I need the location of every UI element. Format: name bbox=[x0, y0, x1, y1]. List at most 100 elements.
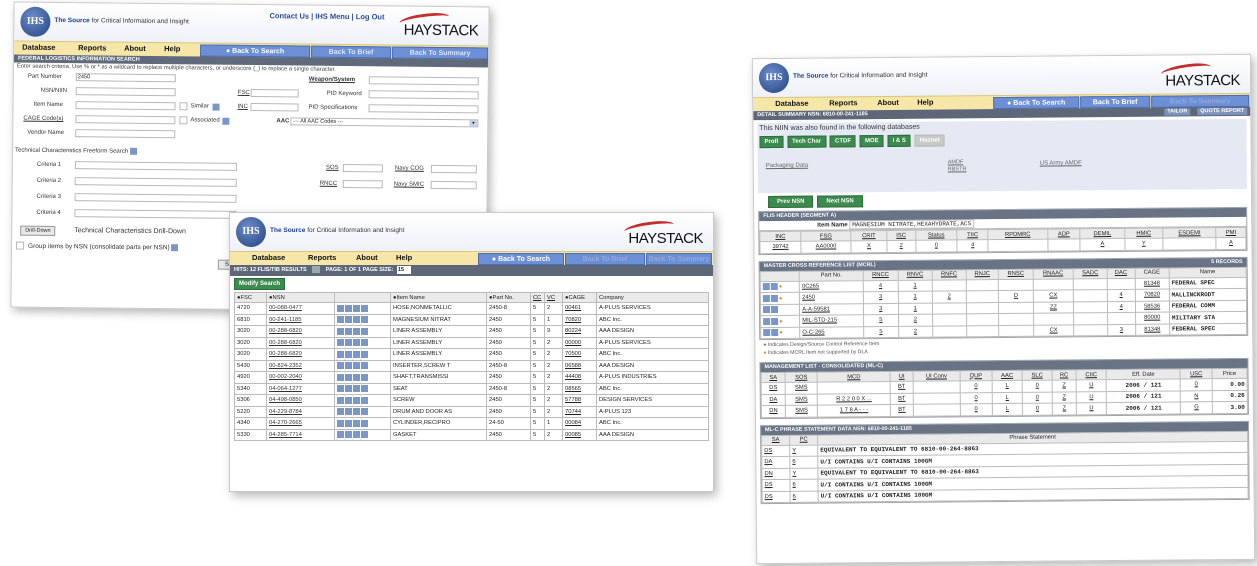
ml-cell[interactable]: BT bbox=[890, 404, 914, 416]
navy-cog-label[interactable]: Navy COG bbox=[395, 166, 424, 172]
cage-cell[interactable]: 70820 bbox=[562, 313, 597, 326]
part-no-cell[interactable]: 2450 bbox=[799, 291, 864, 304]
ml-cell[interactable] bbox=[913, 403, 961, 416]
phrase-cell[interactable]: Y bbox=[789, 467, 818, 480]
list-icon[interactable] bbox=[353, 362, 360, 370]
cage-cell[interactable]: 44408 bbox=[562, 371, 597, 384]
cage-cell[interactable]: 06588 bbox=[562, 359, 597, 372]
flis-col-header[interactable]: ISC bbox=[886, 230, 916, 241]
criteria-4-input[interactable] bbox=[74, 209, 237, 219]
list-icon[interactable] bbox=[353, 350, 360, 358]
header-links[interactable]: Contact Us | IHS Menu | Log Out bbox=[269, 11, 384, 21]
cage-cell[interactable]: 81348 bbox=[1134, 277, 1170, 290]
ml-col-header[interactable]: USC bbox=[1180, 368, 1212, 379]
menu-help[interactable]: Help bbox=[396, 253, 412, 262]
drill-down-button[interactable]: Drill-Down bbox=[20, 225, 56, 236]
ml-col-header[interactable]: AAC bbox=[991, 370, 1023, 381]
rncc-input[interactable] bbox=[342, 179, 383, 189]
back-to-search-button[interactable]: ● Back To Search bbox=[478, 253, 564, 265]
flis-col-header[interactable]: ADP bbox=[1047, 228, 1081, 240]
col-cage[interactable]: ●CAGE bbox=[562, 292, 597, 303]
table-row[interactable]: 3020 00-288-6820 LINER ASSEMBLY 2450 5 2 70500… bbox=[234, 348, 709, 361]
tailor-button[interactable]: TAILOR bbox=[1164, 108, 1191, 116]
detail-icon[interactable] bbox=[762, 283, 770, 291]
info-icon[interactable] bbox=[212, 103, 220, 111]
phrase-cell[interactable]: DA bbox=[761, 456, 790, 469]
nsn-cell[interactable]: 04-498-0850 bbox=[266, 394, 335, 407]
cart-icon[interactable] bbox=[361, 350, 368, 358]
code-cell[interactable]: 4 bbox=[1107, 289, 1135, 302]
nsn-cell[interactable]: 00-288-6820 bbox=[266, 325, 335, 338]
code-cell[interactable]: 1 bbox=[897, 291, 933, 303]
quote-report-button[interactable]: QUOTE REPORT bbox=[1197, 107, 1248, 116]
ml-col-header[interactable]: UI bbox=[890, 371, 913, 382]
chevron-down-icon[interactable]: ▾ bbox=[469, 120, 478, 127]
back-to-summary-button[interactable]: Back To Summary bbox=[646, 253, 712, 265]
detail-icon[interactable] bbox=[763, 329, 771, 337]
report-icon[interactable] bbox=[337, 339, 344, 347]
cage-label[interactable]: CAGE Code(s) bbox=[23, 116, 63, 122]
cart-icon[interactable] bbox=[361, 373, 368, 381]
nsn-cell[interactable]: 00-241-1185 bbox=[266, 313, 335, 326]
doc-icon[interactable] bbox=[345, 327, 352, 335]
code-cell[interactable]: CX bbox=[1033, 289, 1074, 302]
info-icon[interactable] bbox=[770, 306, 779, 314]
flis-col-header[interactable]: HMIC bbox=[1124, 228, 1164, 239]
menu-about[interactable]: About bbox=[356, 253, 378, 262]
col-part-no[interactable]: ●Part No. bbox=[486, 292, 531, 303]
ml-col-header[interactable]: RC bbox=[1051, 369, 1077, 381]
flis-col-header[interactable]: CRIT bbox=[850, 230, 887, 241]
nsn-cell[interactable]: 04-285-7714 bbox=[266, 428, 335, 441]
info-icon[interactable] bbox=[770, 283, 778, 291]
is-db-button[interactable]: I & S bbox=[887, 134, 911, 148]
ml-cell[interactable]: 0 bbox=[960, 380, 992, 393]
nsn-input[interactable] bbox=[75, 87, 176, 97]
mcrl-col-header[interactable]: RNCC bbox=[863, 269, 898, 281]
table-row[interactable]: 4720 00-088-0477 HOSE,NONMETALLIC 2450-8 5 2 0… bbox=[234, 302, 709, 315]
nsn-cell[interactable]: 00-088-0477 bbox=[266, 302, 335, 315]
sos-input[interactable] bbox=[342, 163, 383, 173]
back-to-brief-button[interactable]: Back To Brief bbox=[311, 45, 392, 59]
table-row[interactable]: 5220 04-229-8784 DRUM AND DOOR AS 2450 5 2 707… bbox=[234, 405, 709, 418]
part-no-cell[interactable]: 0C265 bbox=[799, 280, 864, 293]
ctdf-db-button[interactable]: CTDF bbox=[829, 135, 857, 148]
doc-icon[interactable] bbox=[345, 431, 352, 439]
fsc-input[interactable] bbox=[250, 89, 299, 98]
cage-cell[interactable]: 70500 bbox=[562, 348, 597, 361]
flis-col-header[interactable]: DEMIL bbox=[1080, 228, 1125, 239]
flis-col-header[interactable]: TIIC bbox=[957, 229, 989, 240]
menu-help[interactable]: Help bbox=[164, 44, 180, 53]
cage-cell[interactable]: 00461 bbox=[562, 302, 597, 315]
cart-icon[interactable] bbox=[361, 327, 368, 335]
mcrl-col-header[interactable]: SADC bbox=[1073, 268, 1108, 279]
ml-cell[interactable]: 0 bbox=[1022, 403, 1053, 415]
menu-database[interactable]: Database bbox=[775, 99, 808, 108]
mcrl-col-header[interactable]: CAGE bbox=[1134, 267, 1170, 278]
ml-cell[interactable]: R 2 2 0 0 X ... bbox=[817, 392, 891, 406]
ml-cell[interactable]: SMS bbox=[785, 405, 818, 417]
col-item-name[interactable]: ●Item Name bbox=[390, 292, 487, 303]
cage-cell[interactable]: 81348 bbox=[1135, 323, 1170, 336]
inc-input[interactable] bbox=[250, 103, 299, 112]
amdf-link[interactable]: AMDF bbox=[948, 159, 964, 165]
back-to-brief-button[interactable]: Back To Brief bbox=[1080, 95, 1151, 109]
table-row[interactable]: 3020 00-288-6820 LINER ASSEMBLY 2450 5 2 00000… bbox=[234, 336, 709, 349]
mcrl-col-header[interactable]: RNSC bbox=[998, 268, 1033, 280]
ml-cell[interactable]: U bbox=[1076, 402, 1107, 415]
table-row[interactable]: 5340 04-064-1277 SEAT 2450-8 5 2 08565 ABC Inc. bbox=[234, 382, 709, 395]
cage-cell[interactable]: 70744 bbox=[562, 405, 597, 418]
ml-col-header[interactable]: CIIC bbox=[1076, 369, 1107, 380]
phrase-cell[interactable]: 6 bbox=[790, 490, 819, 503]
cage-cell[interactable]: 58536 bbox=[1134, 300, 1170, 313]
part-no-cell[interactable]: O-C-265 bbox=[799, 326, 864, 339]
cart-icon[interactable] bbox=[361, 408, 368, 416]
pid-keyword-input[interactable] bbox=[368, 90, 479, 100]
detail-icon[interactable] bbox=[763, 317, 771, 325]
list-icon[interactable] bbox=[353, 339, 360, 347]
ml-cell[interactable]: BT bbox=[890, 381, 914, 393]
cart-icon[interactable] bbox=[361, 385, 368, 393]
col-cc[interactable]: CC bbox=[530, 292, 545, 303]
ml-cell[interactable]: U bbox=[1076, 379, 1107, 392]
mcrl-col-header[interactable]: Part No. bbox=[799, 270, 864, 281]
nsn-cell[interactable]: 00-288-6820 bbox=[266, 336, 335, 349]
